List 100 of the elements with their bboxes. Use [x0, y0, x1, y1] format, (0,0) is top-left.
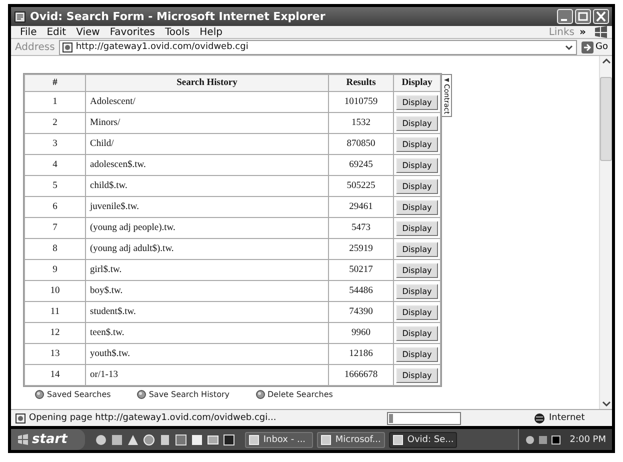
table-cell: (young adj people).tw.: [86, 218, 328, 238]
taskbar-button[interactable]: Inbox - ...: [245, 432, 314, 448]
table-cell: Child/: [86, 134, 328, 154]
table-cell: 1666678: [329, 365, 393, 385]
page-icon: [62, 42, 73, 52]
table-cell: 9: [25, 260, 85, 280]
clock: 2:00 PM: [570, 434, 606, 444]
address-label: Address: [15, 42, 55, 52]
table-cell: youth$.tw.: [86, 344, 328, 364]
dropdown-icon[interactable]: [564, 42, 574, 52]
arrow-icon: [580, 40, 594, 54]
circle-icon: [35, 390, 44, 399]
column-header: #: [25, 75, 85, 91]
action-button[interactable]: Save Search History: [136, 390, 230, 399]
table-cell: 13: [25, 344, 85, 364]
table-cell: 2: [25, 113, 85, 133]
table-cell: 11: [25, 302, 85, 322]
menu-item[interactable]: View: [71, 26, 105, 38]
display-button[interactable]: Display: [396, 178, 438, 194]
table-cell: 1532: [329, 113, 393, 133]
display-button[interactable]: Display: [396, 158, 438, 172]
maximize-icon[interactable]: [575, 9, 591, 24]
app-icon[interactable]: [143, 434, 156, 446]
column-header: Display: [394, 75, 440, 91]
taskbar-button[interactable]: Microsof...: [317, 432, 386, 448]
start-button[interactable]: start: [11, 429, 86, 450]
table-cell: 12: [25, 323, 85, 343]
circle-icon: [136, 390, 146, 399]
table-cell: child$.tw.: [86, 176, 328, 196]
display-button[interactable]: Display: [396, 368, 438, 382]
menu-item[interactable]: File: [15, 26, 42, 38]
table-cell: 8: [25, 239, 85, 259]
display-button[interactable]: Display: [396, 242, 438, 256]
table-cell: 1010759: [329, 92, 393, 112]
app-icon[interactable]: [175, 434, 188, 446]
display-button[interactable]: Display: [396, 284, 438, 298]
table-cell: (young adj adult$).tw.: [86, 239, 328, 259]
table-cell: teen$.tw.: [86, 323, 328, 343]
table-cell: juvenile$.tw.: [86, 197, 328, 217]
windows-logo-icon: [594, 26, 608, 38]
table-cell: 4: [25, 155, 85, 175]
taskbar-button[interactable]: Ovid: Se...: [389, 432, 458, 448]
table-cell: 6: [25, 197, 85, 217]
chevron[interactable]: »: [580, 26, 594, 38]
table-cell: Adolescent/: [86, 92, 328, 112]
app-icon[interactable]: [127, 434, 140, 446]
menu-item[interactable]: Edit: [42, 26, 72, 38]
window-icon: [321, 434, 332, 444]
table-cell: 25919: [329, 239, 393, 259]
display-button[interactable]: Display: [396, 220, 438, 236]
page-icon: [15, 412, 26, 424]
table-cell: 9960: [329, 323, 393, 343]
zone-label: Internet: [549, 413, 585, 423]
address-field[interactable]: http://gateway1.ovid.com/ovidweb.cgi: [58, 40, 577, 54]
table-cell: or/1-13: [86, 365, 328, 385]
scrollbar-thumb[interactable]: [600, 77, 612, 161]
display-button[interactable]: Display: [396, 200, 438, 214]
table-cell: 69245: [329, 155, 393, 175]
column-header: Results: [329, 75, 393, 91]
go-button[interactable]: Go: [580, 40, 608, 54]
table-cell: 10: [25, 281, 85, 301]
table-cell: 3: [25, 134, 85, 154]
app-icon[interactable]: [95, 434, 108, 446]
window-title: Ovid: Search Form - Microsoft Internet Explorer: [30, 10, 326, 23]
display-button[interactable]: Display: [396, 346, 438, 362]
table-cell: 50217: [329, 260, 393, 280]
action-button[interactable]: Saved Searches: [35, 390, 111, 399]
column-header: Search History: [86, 75, 328, 91]
globe-icon: [534, 412, 545, 424]
window-icon: [249, 434, 260, 444]
status-text: Opening page http://gateway1.ovid.com/ovidweb.cgi...: [29, 413, 278, 423]
table-cell: 870850: [329, 134, 393, 154]
app-icon[interactable]: [223, 434, 236, 446]
display-button[interactable]: Display: [396, 304, 438, 320]
minimize-icon[interactable]: [557, 9, 573, 24]
menu-item[interactable]: Tools: [160, 26, 195, 38]
menu-item[interactable]: Help: [194, 26, 228, 38]
display-button[interactable]: Display: [396, 262, 438, 278]
display-button[interactable]: Display: [396, 136, 438, 152]
page-icon: [14, 10, 26, 22]
app-icon[interactable]: [191, 434, 204, 446]
app-icon[interactable]: [207, 434, 220, 446]
table-cell: 1: [25, 92, 85, 112]
display-button[interactable]: Display: [396, 116, 438, 130]
menu-item[interactable]: Favorites: [104, 26, 160, 38]
action-button[interactable]: Delete Searches: [256, 390, 333, 399]
table-cell: adolescen$.tw.: [86, 155, 328, 175]
table-cell: student$.tw.: [86, 302, 328, 322]
tray-icon[interactable]: [550, 434, 561, 444]
table-cell: 74390: [329, 302, 393, 322]
table-cell: 12186: [329, 344, 393, 364]
circle-icon: [256, 390, 265, 399]
display-button[interactable]: Display: [396, 94, 438, 110]
display-button[interactable]: Display: [396, 326, 438, 340]
tray-icon[interactable]: [524, 434, 535, 444]
table-cell: 54486: [329, 281, 393, 301]
table-cell: 14: [25, 365, 85, 385]
app-icon[interactable]: [159, 434, 172, 446]
close-icon[interactable]: [593, 9, 609, 24]
scrollbar[interactable]: [599, 56, 612, 409]
